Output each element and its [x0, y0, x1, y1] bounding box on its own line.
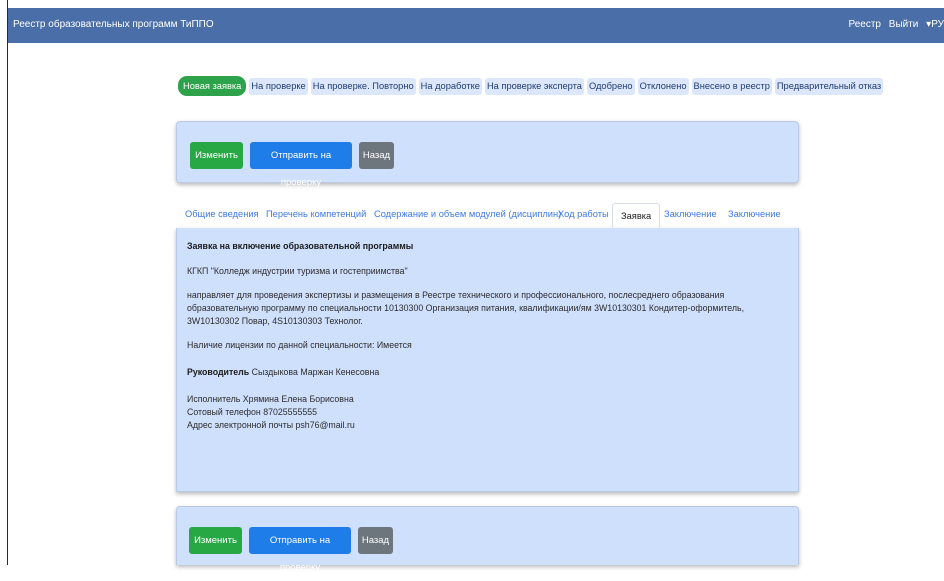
edit-button[interactable]: Изменить — [190, 142, 243, 169]
brand-title[interactable]: Реестр образовательных программ ТиППО — [13, 19, 214, 30]
status-tab-on-review-repeat[interactable]: На проверке. Повторно — [311, 78, 416, 95]
status-filter-tabs: Новая заявка На проверке На проверке. По… — [178, 76, 883, 96]
status-tab-revision[interactable]: На доработке — [419, 78, 482, 95]
tab-conclusion-1[interactable]: Заключение — [664, 209, 717, 219]
status-tab-on-review[interactable]: На проверке — [249, 78, 307, 95]
tab-conclusion-2[interactable]: Заключение — [728, 209, 781, 219]
head-name: Сыздыкова Маржан Кенесовна — [252, 367, 380, 377]
back-button-bottom[interactable]: Назад — [358, 527, 393, 554]
application-content: Заявка на включение образовательной прог… — [176, 228, 799, 492]
tab-progress[interactable]: Ход работы — [558, 209, 609, 219]
tab-modules[interactable]: Содержание и объем модулей (дисциплин) — [374, 209, 561, 219]
tab-general-info[interactable]: Общие сведения — [185, 209, 259, 219]
email-address: Адрес электронной почты psh76@mail.ru — [187, 419, 788, 432]
application-body: направляет для проведения экспертизы и р… — [187, 289, 788, 328]
phone-number: Сотовый телефон 87025555555 — [187, 406, 788, 419]
tab-competencies[interactable]: Перечень компетенций — [266, 209, 366, 219]
nav-link-registry[interactable]: Реестр — [849, 19, 882, 30]
tab-application[interactable]: Заявка — [612, 203, 660, 228]
status-tab-preliminary-refusal[interactable]: Предварительный отказ — [775, 78, 883, 95]
status-tab-rejected[interactable]: Отклонено — [638, 78, 689, 95]
back-button[interactable]: Назад — [359, 142, 394, 169]
window-frame-top — [0, 0, 944, 8]
status-tab-new[interactable]: Новая заявка — [178, 76, 246, 96]
edit-button-bottom[interactable]: Изменить — [189, 527, 242, 554]
head-line: Руководитель Сыздыкова Маржан Кенесовна — [187, 366, 788, 379]
application-title: Заявка на включение образовательной прог… — [187, 240, 788, 253]
top-navbar: Реестр образовательных программ ТиППО Ре… — [8, 8, 944, 43]
submit-for-review-button[interactable]: Отправить на проверку — [250, 142, 352, 169]
action-panel-bottom: Изменить Отправить на проверку Назад — [176, 506, 799, 565]
organization-name: КГКП "Колледж индустрии туризма и гостеп… — [187, 265, 788, 278]
navbar-links: Реестр Выйти ▾РУ — [844, 19, 944, 30]
submit-for-review-button-bottom[interactable]: Отправить на проверку — [249, 527, 351, 554]
content-tabs: Общие сведения Перечень компетенций Соде… — [176, 203, 799, 229]
status-tab-in-registry[interactable]: Внесено в реестр — [692, 78, 772, 95]
head-label: Руководитель — [187, 367, 249, 377]
executor-name: Исполнитель Хрямина Елена Борисовна — [187, 393, 788, 406]
nav-link-logout[interactable]: Выйти — [889, 19, 919, 30]
license-status: Наличие лицензии по данной специальности… — [187, 339, 788, 352]
status-tab-expert-review[interactable]: На проверке эксперта — [485, 78, 584, 95]
window-frame-left — [0, 0, 8, 565]
status-tab-approved[interactable]: Одобрено — [587, 78, 635, 95]
action-panel-top: Изменить Отправить на проверку Назад — [176, 121, 799, 183]
language-dropdown[interactable]: ▾РУ — [926, 19, 944, 30]
